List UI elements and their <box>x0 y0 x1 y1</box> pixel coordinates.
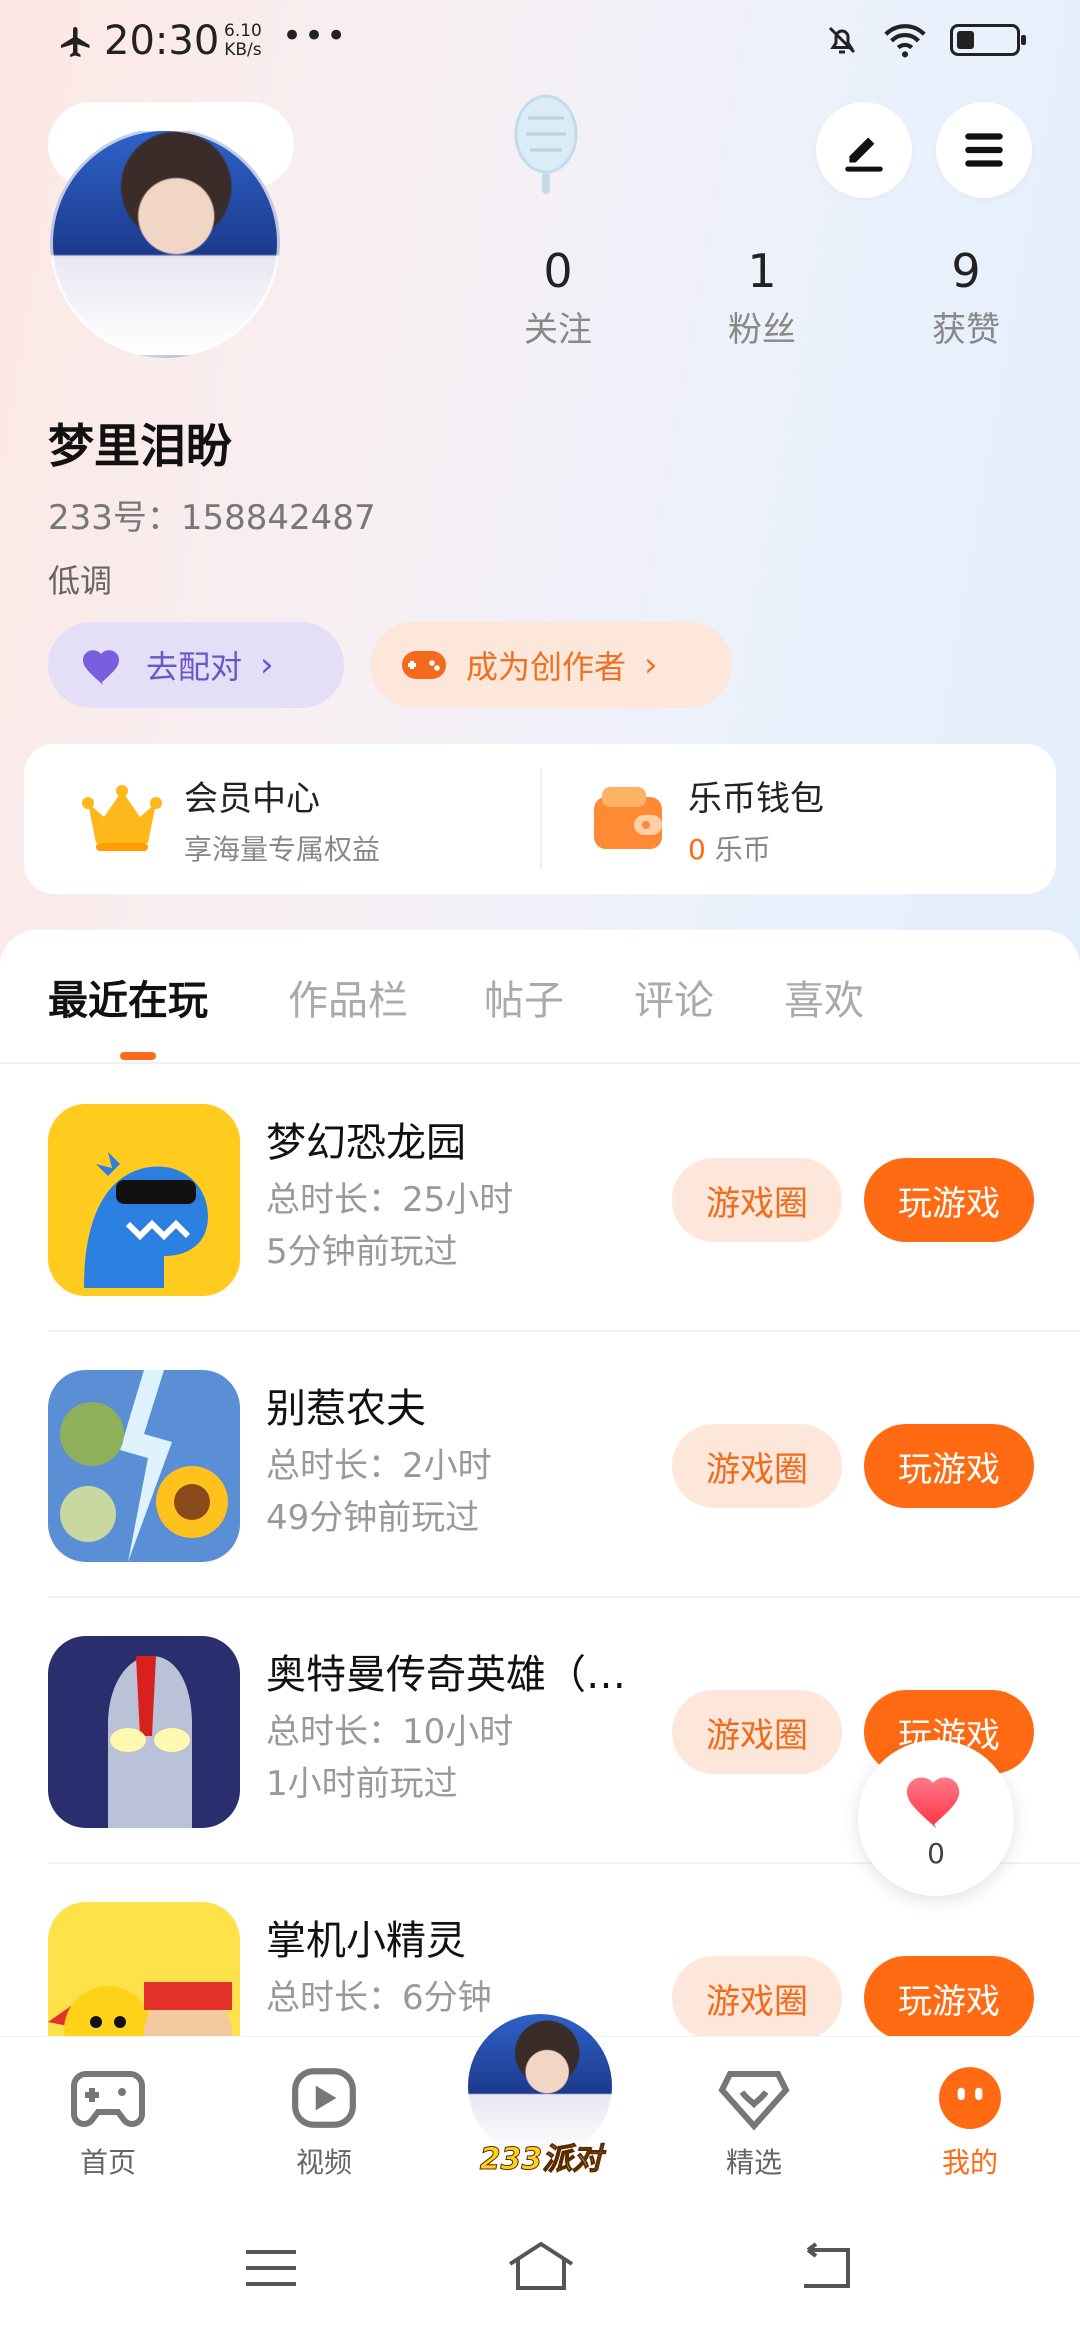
play-game-button[interactable]: 玩游戏 <box>864 1424 1034 1508</box>
nav-featured[interactable]: 精选 <box>684 2065 824 2181</box>
game-row[interactable]: 别惹农夫 总时长：2小时 49分钟前玩过 游戏圈 玩游戏 <box>48 1332 1080 1598</box>
wallet-title: 乐币钱包 <box>688 778 824 819</box>
nav-home[interactable]: 首页 <box>38 2065 178 2181</box>
user-signature: 低调 <box>48 562 113 600</box>
heart-diamond-icon <box>718 2071 790 2131</box>
play-game-button[interactable]: 玩游戏 <box>864 1158 1034 1242</box>
game-circle-button[interactable]: 游戏圈 <box>672 1956 842 2040</box>
heart-pair-icon <box>83 650 119 685</box>
network-speed: 6.10 KB/s <box>224 22 262 60</box>
wallet-icon <box>594 787 662 849</box>
tab-indicator <box>120 1052 156 1060</box>
tab-likes[interactable]: 喜欢 <box>784 968 864 1026</box>
member-center-subtitle: 享海量专属权益 <box>184 832 381 866</box>
system-nav-bar <box>0 2196 1080 2340</box>
recent-apps-icon[interactable] <box>244 2248 298 2288</box>
stat-likes-value: 9 <box>951 244 981 298</box>
member-center-title: 会员中心 <box>184 778 320 819</box>
become-creator-label: 成为创作者 <box>466 648 627 686</box>
nav-mine[interactable]: 我的 <box>900 2065 1040 2181</box>
game-duration: 总时长：6分钟 <box>266 1978 492 2018</box>
edit-profile-button[interactable] <box>816 102 912 198</box>
game-circle-button[interactable]: 游戏圈 <box>672 1690 842 1774</box>
edit-pen-icon <box>845 137 883 172</box>
stat-likes[interactable]: 9 获赞 <box>896 244 1036 351</box>
home-system-icon[interactable] <box>506 2240 576 2292</box>
game-icon-ultraman <box>48 1636 240 1828</box>
nav-home-label: 首页 <box>79 2146 136 2179</box>
user-name: 梦里泪盼 <box>48 419 232 473</box>
crown-icon <box>82 785 162 851</box>
game-duration: 总时长：10小时 <box>266 1712 514 1752</box>
tab-posts[interactable]: 帖子 <box>484 968 564 1026</box>
match-chip-button[interactable]: 去配对 › <box>48 622 344 708</box>
match-chip-label: 去配对 <box>146 648 243 686</box>
nav-video-label: 视频 <box>295 2146 352 2179</box>
stat-likes-label: 获赞 <box>932 310 1000 350</box>
network-speed-unit: KB/s <box>224 40 262 60</box>
game-name: 掌机小精灵 <box>266 1918 466 1964</box>
game-duration: 总时长：25小时 <box>266 1180 514 1220</box>
nav-mine-label: 我的 <box>941 2146 998 2179</box>
game-circle-button[interactable]: 游戏圈 <box>672 1424 842 1508</box>
mine-face-icon <box>939 2067 1001 2129</box>
tab-recent[interactable]: 最近在玩 <box>48 968 208 1026</box>
vip-card: 会员中心 享海量专属权益 乐币钱包 0 乐币 <box>24 744 1056 894</box>
chevron-right-icon: › <box>260 645 274 685</box>
airplane-mode-icon <box>61 27 90 57</box>
nav-featured-label: 精选 <box>725 2146 782 2179</box>
tab-bar: 最近在玩 作品栏 帖子 评论 喜欢 <box>0 930 1080 1064</box>
tab-works[interactable]: 作品栏 <box>288 968 408 1026</box>
vip-divider <box>540 768 542 870</box>
wallet-amount: 0 <box>688 832 706 866</box>
nav-video[interactable]: 视频 <box>254 2065 394 2181</box>
game-last-played: 1小时前玩过 <box>266 1764 458 1804</box>
status-bar: 20:30 6.10 KB/s ••• <box>0 0 1080 86</box>
wallet-entry[interactable]: 乐币钱包 0 乐币 <box>590 744 824 894</box>
profile-card: 0 关注 1 粉丝 9 获赞 梦里泪盼 233号：158842487 低调 去配… <box>0 128 1080 760</box>
user-id: 233号：158842487 <box>48 498 376 538</box>
play-game-button[interactable]: 玩游戏 <box>864 1956 1034 2040</box>
status-more-icon: ••• <box>282 16 349 56</box>
game-last-played: 49分钟前玩过 <box>266 1498 480 1538</box>
wallet-balance: 0 乐币 <box>688 828 824 868</box>
stat-following-label: 关注 <box>524 310 592 350</box>
floating-like-button[interactable]: 0 <box>858 1740 1014 1896</box>
game-circle-button[interactable]: 游戏圈 <box>672 1158 842 1242</box>
game-icon-dino <box>48 1104 240 1296</box>
game-name: 梦幻恐龙园 <box>266 1120 466 1166</box>
party-label: 233派对 <box>479 2142 603 2178</box>
avatar[interactable] <box>50 128 280 358</box>
wifi-icon <box>884 24 926 58</box>
stat-following[interactable]: 0 关注 <box>488 244 628 351</box>
menu-icon <box>965 133 1003 167</box>
stat-fans-label: 粉丝 <box>728 310 796 350</box>
mute-bell-icon <box>828 26 856 54</box>
battery-icon <box>950 24 1026 56</box>
game-row[interactable]: 梦幻恐龙园 总时长：25小时 5分钟前玩过 游戏圈 玩游戏 <box>48 1066 1080 1332</box>
become-creator-button[interactable]: 成为创作者 › <box>370 622 732 708</box>
game-name: 别惹农夫 <box>266 1386 426 1432</box>
video-play-icon <box>292 2068 356 2128</box>
heart-icon <box>906 1776 960 1828</box>
chevron-right-icon: › <box>644 645 658 685</box>
member-center-entry[interactable]: 会员中心 享海量专属权益 <box>82 744 380 894</box>
menu-button[interactable] <box>936 102 1032 198</box>
gamepad-icon <box>402 651 446 679</box>
wallet-unit: 乐币 <box>714 832 771 866</box>
gamepad-nav-icon <box>71 2071 145 2127</box>
mascot-icon <box>514 94 578 194</box>
network-speed-value: 6.10 <box>224 21 262 41</box>
floating-like-count: 0 <box>927 1836 945 1870</box>
back-system-icon[interactable] <box>796 2242 852 2290</box>
tab-comments[interactable]: 评论 <box>634 968 714 1026</box>
stat-following-value: 0 <box>543 244 573 298</box>
game-duration: 总时长：2小时 <box>266 1446 492 1486</box>
game-name: 奥特曼传奇英雄（… <box>266 1652 626 1698</box>
stat-fans[interactable]: 1 粉丝 <box>692 244 832 351</box>
stat-fans-value: 1 <box>747 244 777 298</box>
status-time: 20:30 <box>104 18 220 64</box>
game-icon-farmer <box>48 1370 240 1562</box>
game-last-played: 5分钟前玩过 <box>266 1232 458 1272</box>
